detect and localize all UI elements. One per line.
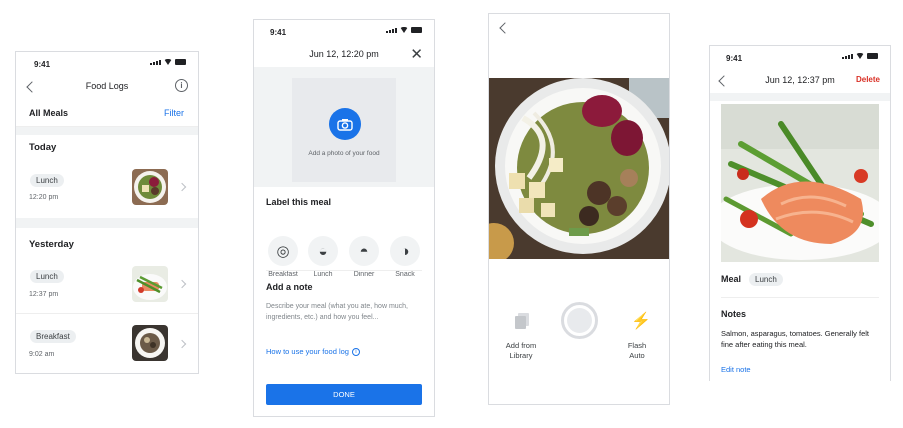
wifi-icon (164, 59, 172, 65)
page-title: Food Logs (85, 81, 129, 91)
group-heading-yesterday: Yesterday (29, 239, 74, 250)
add-photo-label: Add a photo of your food (308, 150, 380, 157)
divider (266, 270, 422, 271)
chevron-right-icon (177, 279, 187, 289)
note-input[interactable]: Describe your meal (what you ate, how mu… (266, 301, 424, 323)
entry-time: 9:02 am (29, 351, 55, 358)
wifi-icon (400, 27, 408, 33)
status-time: 9:41 (270, 28, 287, 37)
meal-label: Meal (721, 274, 742, 284)
info-icon[interactable]: i (175, 79, 188, 92)
flash-control[interactable]: Flash Auto (621, 341, 653, 361)
food-photo (132, 266, 168, 302)
meal-tag: Breakfast (30, 330, 76, 343)
food-photo (132, 325, 168, 361)
battery-icon (867, 53, 878, 59)
breakfast-icon[interactable]: ◎ (268, 236, 298, 266)
label-meal-heading: Label this meal (266, 197, 332, 207)
battery-icon (175, 59, 186, 65)
flash-label: Flash (627, 341, 647, 350)
status-time: 9:41 (34, 60, 51, 69)
camera-viewfinder (489, 78, 669, 259)
lunch-icon[interactable]: ◒ (308, 236, 338, 266)
meal-tag: Lunch (30, 174, 64, 187)
list-item[interactable]: Breakfast 9:02 am (16, 322, 198, 373)
signal-icon (842, 53, 853, 59)
help-link[interactable]: How to use your food log i (266, 347, 360, 356)
filter-button[interactable]: Filter (164, 108, 184, 118)
status-icons (842, 53, 878, 59)
signal-icon (386, 27, 397, 33)
page-title: Jun 12, 12:20 pm (309, 49, 379, 59)
edit-note-link[interactable]: Edit note (721, 365, 751, 374)
entry-time: 12:37 pm (29, 291, 59, 298)
list-item[interactable]: Lunch 12:37 pm (16, 262, 198, 314)
meal-option-label: Lunch (313, 271, 333, 278)
add-from-library-label[interactable]: Add from Library (497, 341, 545, 361)
status-bar: 9:41 (16, 52, 198, 74)
status-time: 9:41 (726, 54, 743, 63)
food-photo (132, 169, 168, 205)
all-meals-label: All Meals (29, 108, 69, 118)
meal-option-label: Dinner (353, 271, 375, 278)
help-link-label: How to use your food log (266, 347, 349, 356)
status-icons (150, 59, 186, 65)
battery-icon (411, 27, 422, 33)
add-photo-box[interactable]: Add a photo of your food (292, 78, 396, 182)
chevron-right-icon (177, 339, 187, 349)
close-icon[interactable]: ✕ (410, 45, 423, 63)
wifi-icon (856, 53, 864, 59)
meal-photo (721, 104, 879, 262)
done-button[interactable]: DONE (266, 384, 422, 405)
meal-option-label: Snack (395, 271, 415, 278)
divider (16, 218, 198, 228)
chevron-right-icon (177, 182, 187, 192)
snack-icon[interactable]: ◑ (390, 236, 420, 266)
status-bar: 9:41 (254, 20, 434, 42)
gallery-icon[interactable] (515, 313, 529, 329)
status-icons (386, 27, 422, 33)
flash-icon[interactable]: ⚡ (631, 311, 651, 331)
dinner-icon[interactable]: ◓ (349, 236, 379, 266)
camera-icon[interactable] (329, 108, 361, 140)
meal-tag: Lunch (30, 270, 64, 283)
divider (721, 297, 879, 298)
notes-heading: Notes (721, 309, 747, 319)
meal-option-label: Breakfast (268, 271, 298, 278)
list-item[interactable]: Lunch 12:20 pm (16, 165, 198, 213)
group-heading-today: Today (29, 142, 57, 153)
signal-icon (150, 59, 161, 65)
meal-detail-screen: 9:41 Jun 12, 12:37 pm Delete Meal Lunch (709, 45, 891, 381)
flash-mode: Auto (629, 351, 645, 360)
meal-tag: Lunch (749, 273, 783, 286)
divider (710, 93, 890, 101)
add-note-heading: Add a note (266, 282, 313, 292)
back-arrow-icon[interactable] (499, 22, 511, 34)
status-bar: 9:41 (710, 46, 890, 68)
shutter-button[interactable] (561, 302, 598, 339)
food-logs-screen: 9:41 Food Logs i All Meals Filter Today … (15, 51, 199, 374)
entry-time: 12:20 pm (29, 194, 59, 201)
notes-text: Salmon, asparagus, tomatoes. Generally f… (721, 329, 869, 349)
all-meals-bar: All Meals Filter (16, 99, 198, 127)
camera-screen: Add from Library ⚡ Flash Auto (488, 13, 670, 405)
divider (16, 127, 198, 135)
add-meal-screen: 9:41 Jun 12, 12:20 pm ✕ Add a photo of y… (253, 19, 435, 417)
info-icon: i (351, 347, 360, 356)
delete-button[interactable]: Delete (856, 75, 880, 84)
